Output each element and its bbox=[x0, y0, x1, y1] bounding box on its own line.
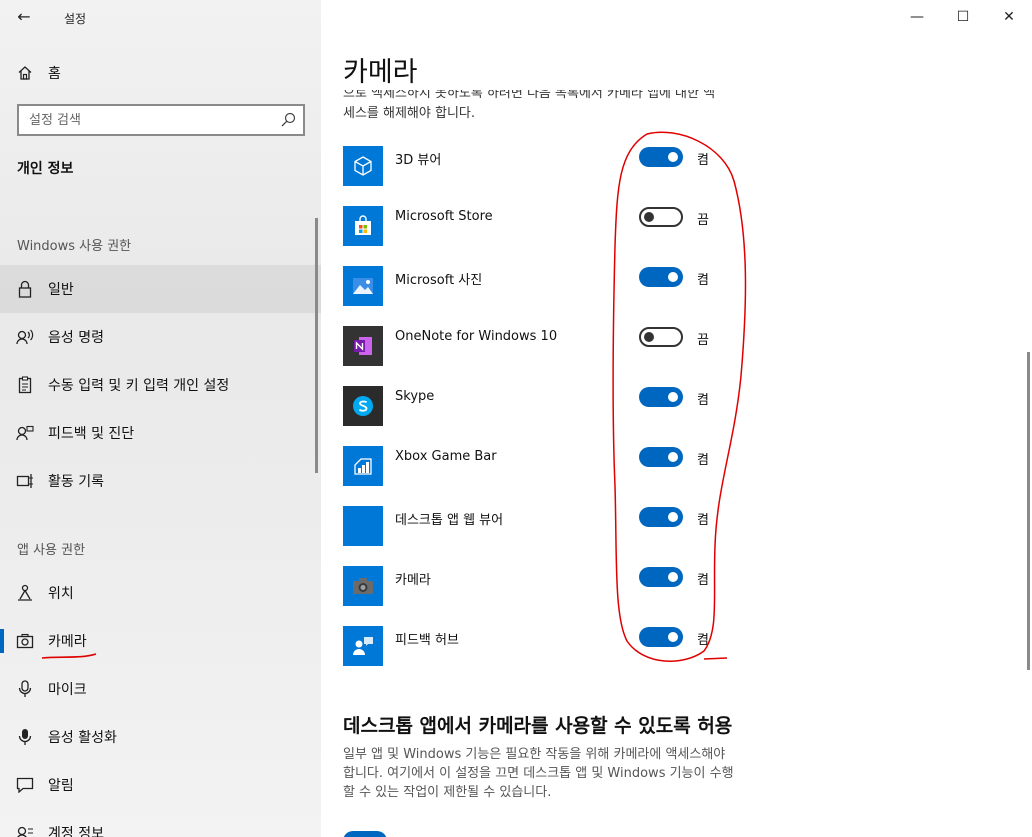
back-button[interactable]: ← bbox=[12, 6, 36, 28]
skype-icon bbox=[343, 386, 383, 426]
sidebar-item-label: 수동 입력 및 키 입력 개인 설정 bbox=[48, 378, 230, 394]
sidebar-item-notifications[interactable]: 알림 bbox=[0, 761, 321, 809]
page-title: 카메라 bbox=[343, 57, 418, 88]
search-icon[interactable] bbox=[280, 112, 296, 128]
clipboard-icon bbox=[16, 376, 34, 394]
onenote-icon bbox=[343, 326, 383, 366]
sidebar-item-label: 활동 기록 bbox=[48, 474, 104, 490]
sidebar-item-feedback[interactable]: 피드백 및 진단 bbox=[0, 409, 321, 457]
sidebar-item-label: 마이크 bbox=[48, 682, 87, 698]
search-input[interactable] bbox=[19, 106, 269, 134]
feedback-hub-icon bbox=[343, 626, 383, 666]
close-button[interactable]: ✕ bbox=[986, 0, 1032, 34]
main-scrollbar[interactable] bbox=[1027, 352, 1030, 670]
camera-icon bbox=[16, 632, 34, 650]
red-circle-annotation bbox=[612, 131, 747, 662]
app-name: Microsoft 사진 bbox=[395, 273, 483, 288]
voice-icon bbox=[16, 328, 34, 346]
minimize-button[interactable]: — bbox=[894, 0, 940, 34]
sidebar-item-voice-activation[interactable]: 음성 활성화 bbox=[0, 713, 321, 761]
app-name: Xbox Game Bar bbox=[395, 449, 497, 464]
sidebar-item-label: 계정 정보 bbox=[48, 826, 104, 837]
desktop-apps-section-title: 데스크톱 앱에서 카메라를 사용할 수 있도록 허용 bbox=[343, 715, 733, 737]
sidebar-item-label: 카메라 bbox=[48, 634, 87, 650]
store-icon bbox=[343, 206, 383, 246]
app-name: Skype bbox=[395, 389, 435, 404]
desc-line-2: 합니다. 여기에서 이 설정을 끄면 데스크톱 앱 및 Windows 기능이 … bbox=[343, 766, 734, 781]
sidebar-scrollbar[interactable] bbox=[315, 218, 318, 473]
sidebar-item-label: 위치 bbox=[48, 586, 74, 602]
desc-line-3: 할 수 있는 작업이 제한될 수 있습니다. bbox=[343, 785, 552, 800]
sidebar-item-label: 음성 명령 bbox=[48, 330, 104, 346]
desc-line-1: 일부 앱 및 Windows 기능은 필요한 작동을 위해 카메라에 액세스해야 bbox=[343, 747, 726, 762]
app-name: 데스크톱 앱 웹 뷰어 bbox=[395, 513, 504, 528]
lock-icon bbox=[16, 280, 34, 298]
gamebar-icon bbox=[343, 446, 383, 486]
sidebar: ← 설정 홈 개인 정보 Windows 사용 권한 일반 음성 명령 수동 입… bbox=[0, 0, 321, 837]
main-content: — ☐ ✕ 카메라 으로 액세스하지 못하도록 하려면 다음 목록에서 카메라 … bbox=[321, 0, 1032, 837]
webviewer-icon bbox=[343, 506, 383, 546]
group-label-windows: Windows 사용 권한 bbox=[17, 239, 132, 254]
sidebar-item-voice[interactable]: 음성 명령 bbox=[0, 313, 321, 361]
account-icon bbox=[16, 824, 34, 837]
maximize-button[interactable]: ☐ bbox=[940, 0, 986, 34]
sidebar-item-home[interactable]: 홈 bbox=[0, 49, 321, 97]
timeline-icon bbox=[16, 472, 34, 490]
app-name: OneNote for Windows 10 bbox=[395, 329, 558, 344]
photos-icon bbox=[343, 266, 383, 306]
intro-text: 으로 액세스하지 못하도록 하려면 다음 목록에서 카메라 앱에 대한 액 세스… bbox=[343, 90, 803, 124]
group-label-apps: 앱 사용 권한 bbox=[17, 543, 86, 558]
home-icon bbox=[16, 64, 34, 82]
app-title: 설정 bbox=[64, 12, 87, 26]
sidebar-item-general[interactable]: 일반 bbox=[0, 265, 321, 313]
cube-icon bbox=[343, 146, 383, 186]
microphone-icon bbox=[16, 680, 34, 698]
search-box[interactable] bbox=[17, 104, 305, 136]
sidebar-item-label: 알림 bbox=[48, 778, 74, 794]
voice-activation-icon bbox=[16, 728, 34, 746]
sidebar-item-label: 일반 bbox=[48, 282, 74, 298]
active-indicator bbox=[0, 629, 4, 653]
red-underline-annotation bbox=[41, 653, 97, 659]
location-icon bbox=[16, 584, 34, 602]
window-controls: — ☐ ✕ bbox=[894, 0, 1032, 34]
section-title: 개인 정보 bbox=[17, 161, 74, 177]
app-name: Microsoft Store bbox=[395, 209, 493, 224]
sidebar-item-microphone[interactable]: 마이크 bbox=[0, 665, 321, 713]
notification-icon bbox=[16, 776, 34, 794]
app-name: 피드백 허브 bbox=[395, 633, 459, 648]
sidebar-item-activity[interactable]: 활동 기록 bbox=[0, 457, 321, 505]
desktop-apps-description: 일부 앱 및 Windows 기능은 필요한 작동을 위해 카메라에 액세스해야… bbox=[343, 745, 803, 802]
sidebar-titlebar: ← 설정 bbox=[0, 0, 321, 34]
camera-app-icon bbox=[343, 566, 383, 606]
sidebar-item-account[interactable]: 계정 정보 bbox=[0, 809, 321, 837]
app-name: 3D 뷰어 bbox=[395, 153, 442, 168]
intro-line-2: 세스를 해제해야 합니다. bbox=[343, 106, 475, 121]
sidebar-item-label: 피드백 및 진단 bbox=[48, 426, 135, 442]
toggle-desktop-apps[interactable] bbox=[343, 831, 387, 837]
sidebar-item-location[interactable]: 위치 bbox=[0, 569, 321, 617]
feedback-icon bbox=[16, 424, 34, 442]
app-name: 카메라 bbox=[395, 573, 431, 588]
sidebar-item-label: 홈 bbox=[48, 66, 61, 82]
sidebar-item-inking[interactable]: 수동 입력 및 키 입력 개인 설정 bbox=[0, 361, 321, 409]
sidebar-item-label: 음성 활성화 bbox=[48, 730, 117, 746]
